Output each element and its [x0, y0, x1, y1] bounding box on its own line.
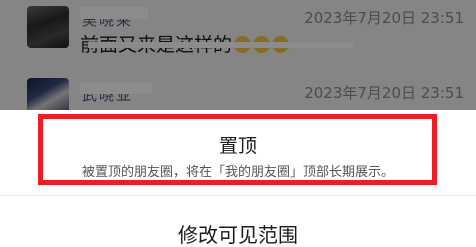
action-sheet: 置顶 被置顶的朋友圈，将在「我的朋友圈」顶部长期展示。 修改可见范围	[0, 110, 476, 247]
pin-title: 置顶	[218, 135, 257, 157]
dim-overlay[interactable]	[0, 0, 476, 110]
edit-visibility-label: 修改可见范围	[178, 223, 298, 247]
pin-description: 被置顶的朋友圈，将在「我的朋友圈」顶部长期展示。	[81, 165, 394, 180]
pin-to-top-button[interactable]: 置顶 被置顶的朋友圈，将在「我的朋友圈」顶部长期展示。	[0, 110, 476, 195]
edit-visibility-button[interactable]: 修改可见范围	[0, 196, 476, 247]
moments-screen: 吴晓莱 2023年7月20日 23:51 前面又来是这样的 武晓亚 2023年7…	[0, 0, 476, 247]
